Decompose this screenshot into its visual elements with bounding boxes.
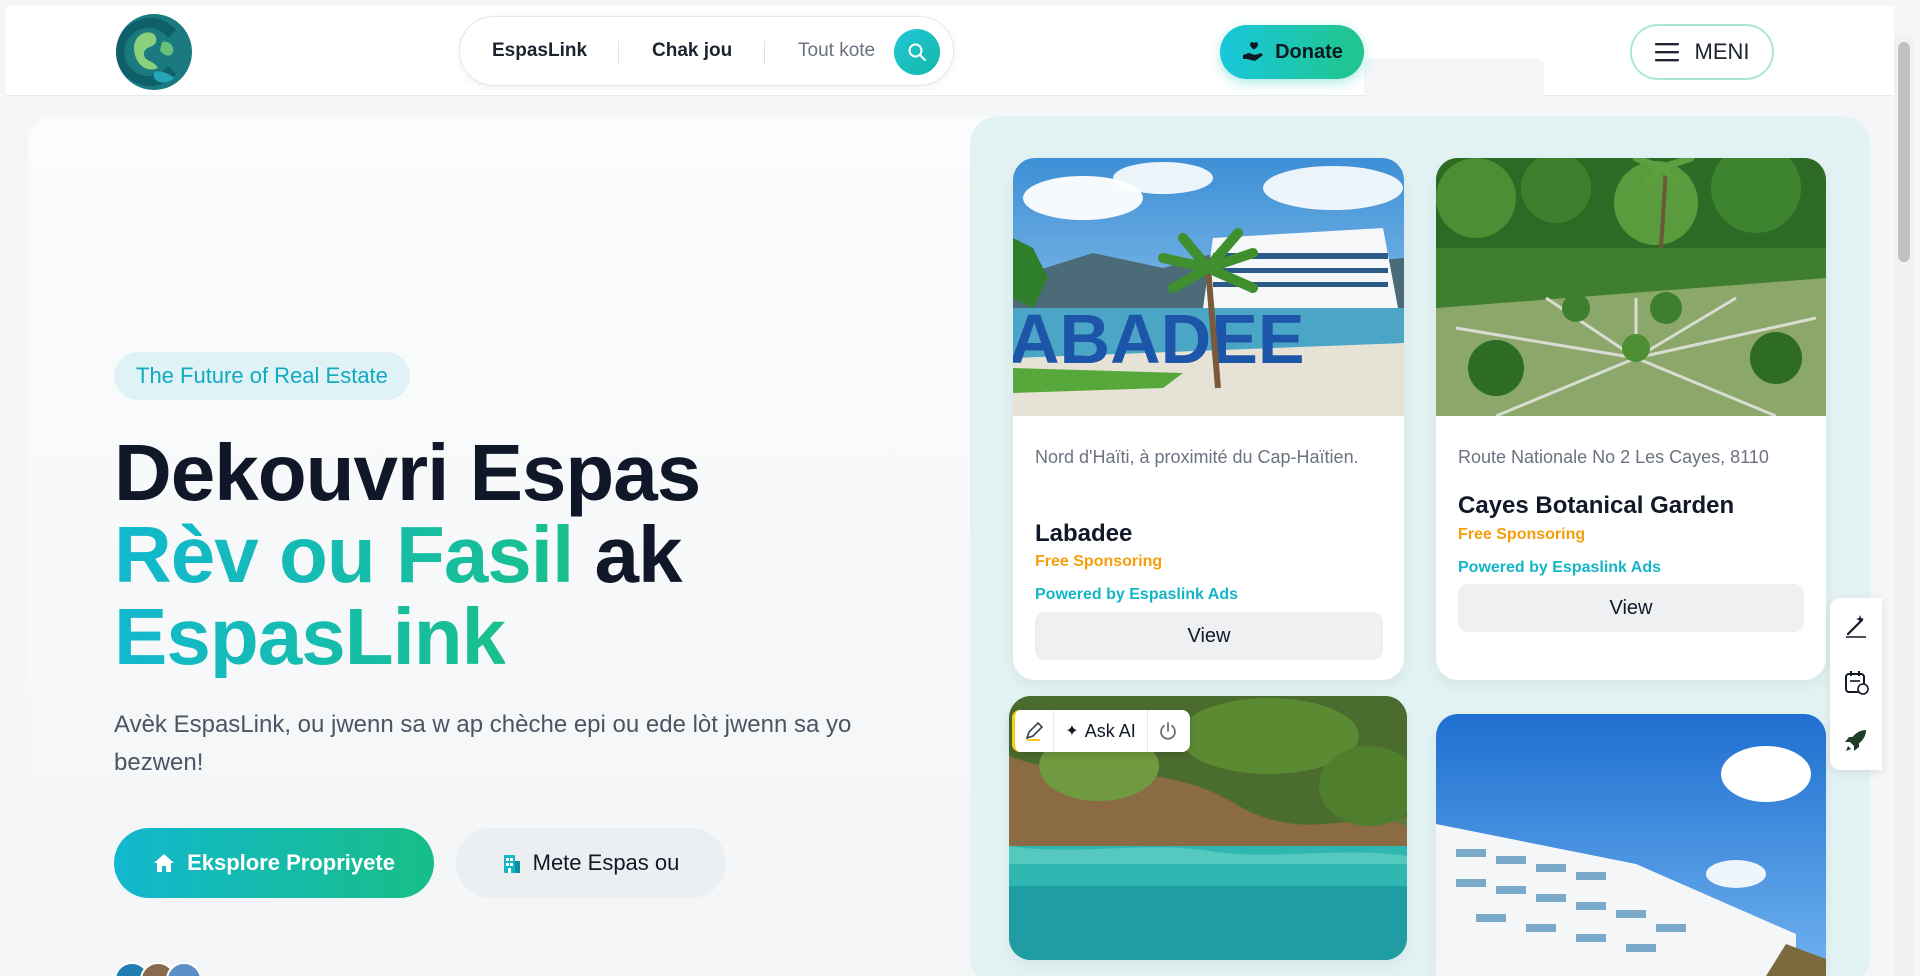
explore-properties-label: Eksplore Propriyete [187, 850, 395, 875]
headline-line-1: Dekouvri Espas [114, 428, 701, 517]
nav-divider [618, 41, 619, 65]
property-location: Route Nationale No 2 Les Cayes, 8110 [1458, 447, 1769, 467]
powered-by-label: Powered by Espaslink Ads [1458, 559, 1662, 576]
hamburger-icon [1654, 43, 1679, 62]
search-icon [908, 43, 926, 61]
avatar [166, 962, 202, 976]
location-search-field[interactable]: Tout kote [798, 40, 875, 62]
highlight-pen-button[interactable] [1012, 710, 1054, 752]
menu-button[interactable]: MENI [1630, 24, 1774, 80]
pen-icon [1025, 721, 1044, 741]
sponsorship-label: Free Sponsoring [1458, 526, 1586, 543]
headline-gradient-text-1: Rèv ou Fasil [114, 510, 574, 599]
header-nav-pill: EspasLink Chak jou Tout kote [459, 16, 954, 86]
headline-line-2: Rèv ou Fasil ak [114, 514, 934, 596]
property-image [1436, 158, 1826, 418]
hand-heart-icon [1243, 42, 1264, 61]
scrollbar-thumb[interactable] [1898, 42, 1910, 262]
globe-logo-icon[interactable] [114, 12, 194, 92]
headline-plain-text: ak [573, 510, 682, 599]
magic-wand-icon[interactable] [1842, 612, 1870, 640]
hero-tag: The Future of Real Estate [114, 352, 410, 400]
property-image: ABADEE [1013, 158, 1404, 416]
floating-side-toolbar [1830, 598, 1882, 770]
site-header: EspasLink Chak jou Tout kote Donate MENI [6, 6, 1894, 102]
page: EspasLink Chak jou Tout kote Donate MENI… [0, 0, 1920, 976]
list-space-label: Mete Espas ou [532, 850, 680, 875]
page-scrollbar[interactable] [1894, 36, 1914, 976]
donate-label: Donate [1275, 40, 1343, 63]
property-card-labadee[interactable]: ABADEE Nord d'Haïti, à proximité du Cap-… [1013, 158, 1404, 680]
nav-item-chak-jou[interactable]: Chak jou [652, 40, 732, 62]
headline-gradient-text-2: EspasLink [114, 592, 506, 681]
sparkle-icon: ✦ [1065, 723, 1079, 740]
avatar-stack [114, 962, 234, 976]
nav-item-espaslink[interactable]: EspasLink [492, 40, 587, 62]
property-name: Labadee [1035, 520, 1133, 547]
ask-ai-button[interactable]: ✦ Ask AI [1054, 710, 1148, 752]
property-card-cayes-botanical-garden[interactable]: Route Nationale No 2 Les Cayes, 8110 Cay… [1436, 158, 1826, 680]
view-button[interactable]: View [1035, 612, 1383, 660]
powered-by-label: Powered by Espaslink Ads [1035, 586, 1239, 603]
building-icon [503, 855, 520, 873]
donate-button[interactable]: Donate [1220, 25, 1364, 79]
ask-ai-label: Ask AI [1084, 720, 1136, 741]
home-icon [154, 854, 175, 872]
menu-label: MENI [1694, 39, 1750, 64]
property-card-hotel[interactable] [1436, 714, 1826, 976]
svg-text:ABADEE: ABADEE [1013, 300, 1305, 378]
property-image [1436, 714, 1826, 976]
property-location: Nord d'Haïti, à proximité du Cap-Haïtien… [1035, 447, 1359, 467]
nav-divider [764, 41, 765, 65]
hero-headline: Dekouvri Espas Rèv ou Fasil ak EspasLink [114, 432, 934, 678]
hero-subtitle: Avèk EspasLink, ou jwenn sa w ap chèche … [114, 711, 852, 776]
power-icon [1160, 722, 1176, 740]
explore-properties-button[interactable]: Eksplore Propriyete [114, 828, 434, 898]
header-background-tab [1364, 58, 1544, 102]
property-name: Cayes Botanical Garden [1458, 492, 1735, 519]
rocket-icon[interactable] [1842, 726, 1870, 754]
search-button[interactable] [894, 29, 940, 75]
list-space-button[interactable]: Mete Espas ou [456, 828, 726, 898]
view-button[interactable]: View [1458, 584, 1804, 632]
ask-ai-toolbar: ✦ Ask AI [1012, 710, 1190, 752]
sponsorship-label: Free Sponsoring [1035, 553, 1163, 570]
power-button[interactable] [1148, 710, 1188, 752]
calendar-edit-icon[interactable] [1842, 668, 1870, 696]
